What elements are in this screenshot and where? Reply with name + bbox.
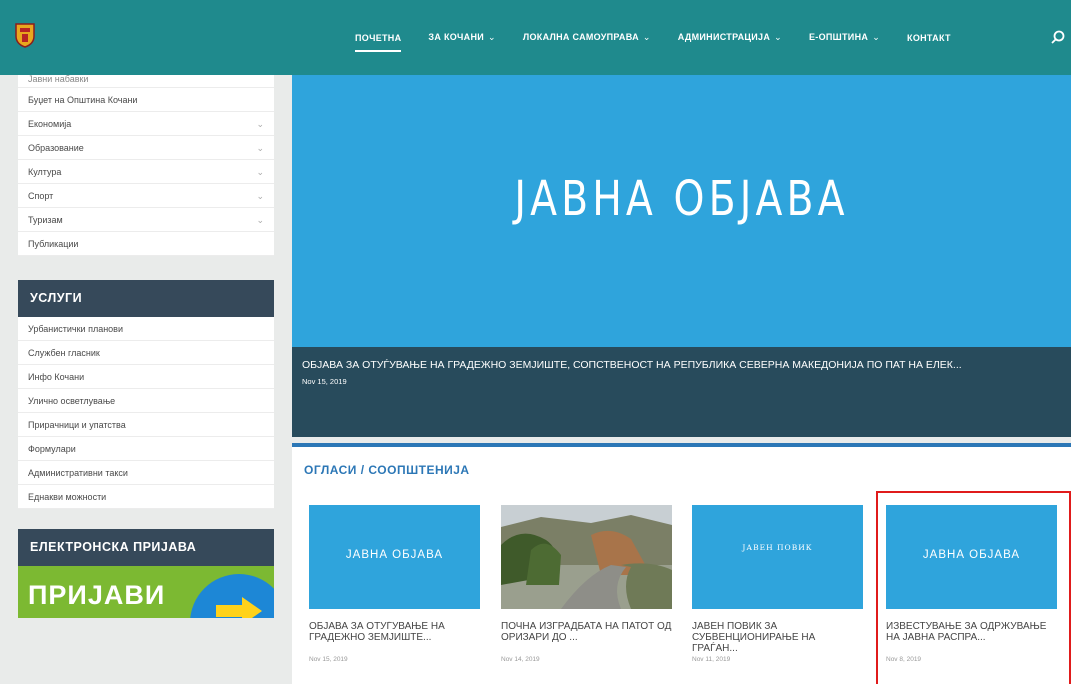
hero-caption-title: ОБЈАВА ЗА ОТУЃУВАЊЕ НА ГРАДЕЖНО ЗЕМЈИШТЕ… bbox=[302, 359, 962, 371]
sidebar-item-label: Култура bbox=[28, 167, 62, 177]
nav-item-home[interactable]: ПОЧЕТНА bbox=[355, 32, 402, 52]
nav-item-label: КОНТАКТ bbox=[907, 32, 951, 43]
sidebar: Јавни набавки Буџет на Општина Кочани Ек… bbox=[18, 75, 274, 618]
nav-item-label: АДМИНИСТРАЦИЈА bbox=[677, 32, 771, 42]
municipality-coat-of-arms-logo[interactable] bbox=[14, 22, 36, 48]
services-item-forms[interactable]: Формулари bbox=[18, 437, 274, 461]
news-card-title[interactable]: ОБЈАВА ЗА ОТУЃУВАЊЕ НА ГРАДЕЖНО ЗЕМЈИШТЕ… bbox=[309, 621, 480, 655]
chevron-down-icon: ⌄ bbox=[488, 32, 496, 42]
nav-item-label: ПОЧЕТНА bbox=[355, 32, 402, 43]
news-card-thumbnail[interactable]: ЈАВНА ОБЈАВА bbox=[309, 505, 480, 609]
nav-item-label: ЛОКАЛНА САМОУПРАВА bbox=[522, 32, 639, 42]
news-card-title[interactable]: ЈАВЕН ПОВИК ЗА СУБВЕНЦИОНИРАЊЕ НА ГРАЃАН… bbox=[692, 621, 863, 655]
sidebar-item-label: Образование bbox=[28, 143, 84, 153]
chevron-down-icon[interactable]: ⌄ bbox=[256, 160, 264, 184]
news-card-thumbnail[interactable] bbox=[501, 505, 672, 609]
services-item-guides[interactable]: Прирачници и упатства bbox=[18, 413, 274, 437]
sidebar-item-sport[interactable]: Спорт ⌄ bbox=[18, 184, 274, 208]
electronic-application-panel: ЕЛЕКТРОНСКА ПРИЈАВА ПРИЈАВИ bbox=[18, 529, 274, 618]
chevron-down-icon: ⌄ bbox=[774, 32, 782, 42]
electronic-application-heading: ЕЛЕКТРОНСКА ПРИЈАВА bbox=[18, 529, 274, 566]
sidebar-item-budget[interactable]: Буџет на Општина Кочани bbox=[18, 88, 274, 112]
nav-item-administration[interactable]: АДМИНИСТРАЦИЈА ⌄ bbox=[678, 32, 782, 43]
news-card[interactable]: ПОЧНА ИЗГРАДБАТА НА ПАТОТ ОД ОРИЗАРИ ДО … bbox=[501, 505, 672, 663]
hero-caption[interactable]: ОБЈАВА ЗА ОТУЃУВАЊЕ НА ГРАДЕЖНО ЗЕМЈИШТЕ… bbox=[292, 347, 1071, 437]
sidebar-item-tourism[interactable]: Туризам ⌄ bbox=[18, 208, 274, 232]
services-item-street-lighting[interactable]: Улично осветлување bbox=[18, 389, 274, 413]
hero-slider[interactable]: ЈАВНА ОБЈАВА ОБЈАВА ЗА ОТУЃУВАЊЕ НА ГРАД… bbox=[292, 75, 1071, 437]
top-navbar: ПОЧЕТНА ЗА КОЧАНИ ⌄ ЛОКАЛНА САМОУПРАВА ⌄ А… bbox=[0, 0, 1071, 75]
chevron-down-icon[interactable]: ⌄ bbox=[256, 208, 264, 232]
nav-item-e-municipality[interactable]: Е-ОПШТИНА ⌄ bbox=[809, 32, 880, 43]
sidebar-item-public-procurement[interactable]: Јавни набавки bbox=[18, 75, 274, 88]
services-panel: УСЛУГИ Урбанистички планови Службен глас… bbox=[18, 280, 274, 509]
news-card-date: Nov 14, 2019 bbox=[501, 656, 540, 663]
chevron-down-icon[interactable]: ⌄ bbox=[256, 136, 264, 160]
hero-title: ЈАВНА ОБЈАВА bbox=[514, 171, 849, 227]
chevron-down-icon: ⌄ bbox=[642, 32, 651, 42]
chevron-down-icon[interactable]: ⌄ bbox=[256, 112, 264, 136]
news-card-thumbnail[interactable]: ЈАВЕН ПОВИК bbox=[692, 505, 863, 609]
services-item-info-kocani[interactable]: Инфо Кочани bbox=[18, 365, 274, 389]
news-section-title: ОГЛАСИ / СООПШТЕНИЈА bbox=[304, 463, 470, 477]
thumbnail-text: ЈАВЕН ПОВИК bbox=[742, 543, 813, 552]
electronic-application-banner[interactable]: ПРИЈАВИ bbox=[18, 566, 274, 618]
chevron-down-icon[interactable]: ⌄ bbox=[256, 184, 264, 208]
search-icon[interactable] bbox=[1051, 30, 1065, 44]
sidebar-item-label: Спорт bbox=[28, 191, 54, 201]
arrow-right-icon bbox=[216, 597, 262, 618]
news-section: ОГЛАСИ / СООПШТЕНИЈА ЈАВНА ОБЈАВА ОБЈАВА… bbox=[292, 443, 1071, 684]
sidebar-item-education[interactable]: Образование ⌄ bbox=[18, 136, 274, 160]
services-item-urban-plans[interactable]: Урбанистички планови bbox=[18, 317, 274, 341]
sidebar-item-culture[interactable]: Култура ⌄ bbox=[18, 160, 274, 184]
nav-item-label: Е-ОПШТИНА bbox=[809, 32, 869, 42]
news-card[interactable]: ЈАВНА ОБЈАВА ОБЈАВА ЗА ОТУЃУВАЊЕ НА ГРАД… bbox=[309, 505, 480, 663]
nav-item-about-kocani[interactable]: ЗА КОЧАНИ ⌄ bbox=[428, 32, 495, 43]
nav-item-local-government[interactable]: ЛОКАЛНА САМОУПРАВА ⌄ bbox=[523, 32, 651, 43]
chevron-down-icon: ⌄ bbox=[872, 32, 881, 42]
nav-item-contact[interactable]: КОНТАКТ bbox=[907, 33, 951, 43]
news-card[interactable]: ЈАВЕН ПОВИК ЈАВЕН ПОВИК ЗА СУБВЕНЦИОНИРА… bbox=[692, 505, 863, 663]
sidebar-item-economy[interactable]: Економија ⌄ bbox=[18, 112, 274, 136]
news-card-date: Nov 11, 2019 bbox=[692, 656, 731, 663]
sidebar-item-label: Туризам bbox=[28, 215, 63, 225]
sidebar-item-label: Економија bbox=[28, 119, 72, 129]
services-item-official-gazette[interactable]: Службен гласник bbox=[18, 341, 274, 365]
sidebar-item-label: Буџет на Општина Кочани bbox=[28, 95, 138, 105]
services-item-admin-fees[interactable]: Административни такси bbox=[18, 461, 274, 485]
highlight-box bbox=[876, 491, 1071, 684]
services-heading: УСЛУГИ bbox=[18, 280, 274, 317]
thumbnail-text: ЈАВНА ОБЈАВА bbox=[345, 549, 444, 561]
hero-caption-date: Nov 15, 2019 bbox=[302, 377, 347, 386]
sidebar-item-publications[interactable]: Публикации bbox=[18, 232, 274, 256]
services-item-equal-opportunities[interactable]: Еднакви можности bbox=[18, 485, 274, 509]
news-card-title[interactable]: ПОЧНА ИЗГРАДБАТА НА ПАТОТ ОД ОРИЗАРИ ДО … bbox=[501, 621, 672, 655]
apply-banner-text: ПРИЈАВИ bbox=[28, 580, 166, 610]
services-list: Урбанистички планови Службен гласник Инф… bbox=[18, 317, 274, 509]
news-card-date: Nov 15, 2019 bbox=[309, 656, 348, 663]
road-photo bbox=[501, 505, 672, 609]
main-nav: ПОЧЕТНА ЗА КОЧАНИ ⌄ ЛОКАЛНА САМОУПРАВА ⌄ А… bbox=[355, 32, 978, 52]
sidebar-menu: Јавни набавки Буџет на Општина Кочани Ек… bbox=[18, 75, 274, 256]
sidebar-item-label: Публикации bbox=[28, 239, 79, 249]
nav-item-label: ЗА КОЧАНИ bbox=[428, 32, 485, 42]
